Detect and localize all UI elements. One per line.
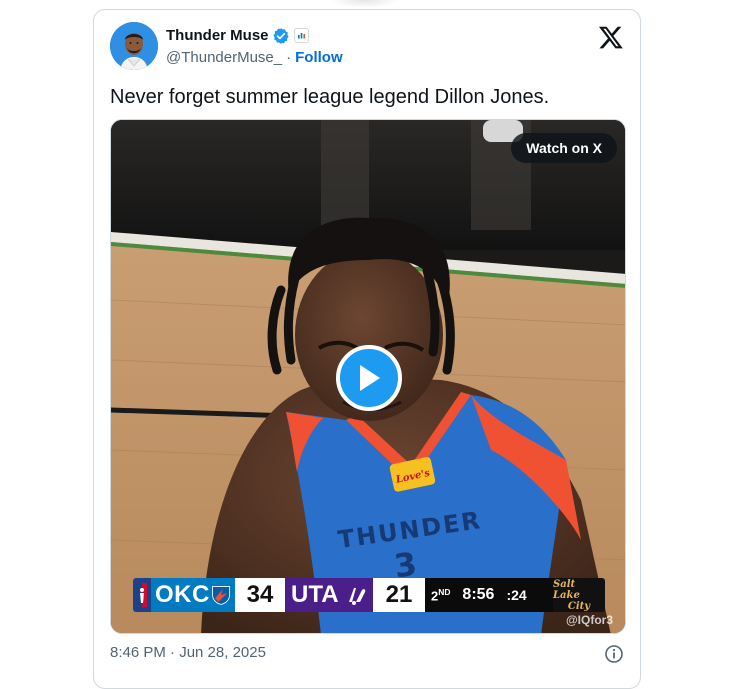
tweet-timestamp[interactable]: 8:46 PM · Jun 28, 2025 [110,644,266,661]
jazz-logo-icon [349,588,366,605]
x-logo-icon[interactable] [598,24,624,50]
affiliate-badge-icon[interactable] [293,28,309,43]
away-team-score: 21 [373,578,425,612]
separator-dot: · [286,48,292,66]
venue-badge: Salt Lake City [553,578,605,612]
handle-row: @ThunderMuse_ · Follow [166,47,343,67]
game-clock: 8:56 [462,586,495,603]
away-team-abbr: UTA [291,581,339,608]
author-identity: Thunder Muse @ThunderMuse_ · Follow [166,25,343,67]
info-icon[interactable] [604,644,624,664]
name-row: Thunder Muse [166,25,343,46]
avatar-illustration [110,22,158,70]
scoreboard: OKC 34 UTA 21 2ND 8:56 :24 Salt Lake Cit… [133,578,605,612]
play-icon [360,365,380,391]
author-handle[interactable]: @ThunderMuse_ [166,49,282,66]
home-team-panel: OKC [151,578,235,612]
venue-line-1: Salt Lake [553,578,580,601]
home-team-abbr: OKC [155,581,210,608]
author-display-name[interactable]: Thunder Muse [166,27,269,44]
shot-clock: :24 [506,587,527,603]
video-player[interactable]: Love's THUNDER 3 Watch on X OKC 34 UTA 2… [110,119,626,634]
play-button[interactable] [336,345,402,411]
verified-badge-icon [272,27,290,45]
venue-line-2: City [567,600,591,612]
video-watermark: @IQfor3 [565,613,613,627]
avatar[interactable] [110,22,158,70]
home-team-score: 34 [235,578,285,612]
tweet-header: Thunder Muse @ThunderMuse_ · Follow [110,22,624,70]
top-shadow [330,0,400,8]
period-indicator: 2ND [431,587,450,603]
tweet-text: Never forget summer league legend Dillon… [110,86,550,108]
away-team-panel: UTA [285,578,373,612]
game-clock-panel: 2ND 8:56 :24 [425,578,553,612]
watch-on-x-button[interactable]: Watch on X [511,133,617,163]
period-suffix: ND [438,586,451,597]
tweet-footer: 8:46 PM · Jun 28, 2025 [110,644,624,664]
follow-button[interactable]: Follow [295,49,343,66]
nba-logo-icon [133,578,151,612]
embedded-tweet-card[interactable]: Thunder Muse @ThunderMuse_ · Follow Neve… [93,9,641,689]
okc-logo-icon [211,586,230,605]
